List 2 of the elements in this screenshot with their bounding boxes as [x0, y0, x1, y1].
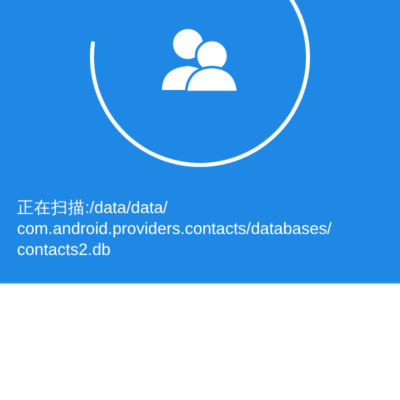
scan-status-text: 正在扫描:/data/data/com.android.providers.contacts/databases/contacts2.db [16, 198, 333, 261]
contacts-icon [162, 29, 240, 94]
